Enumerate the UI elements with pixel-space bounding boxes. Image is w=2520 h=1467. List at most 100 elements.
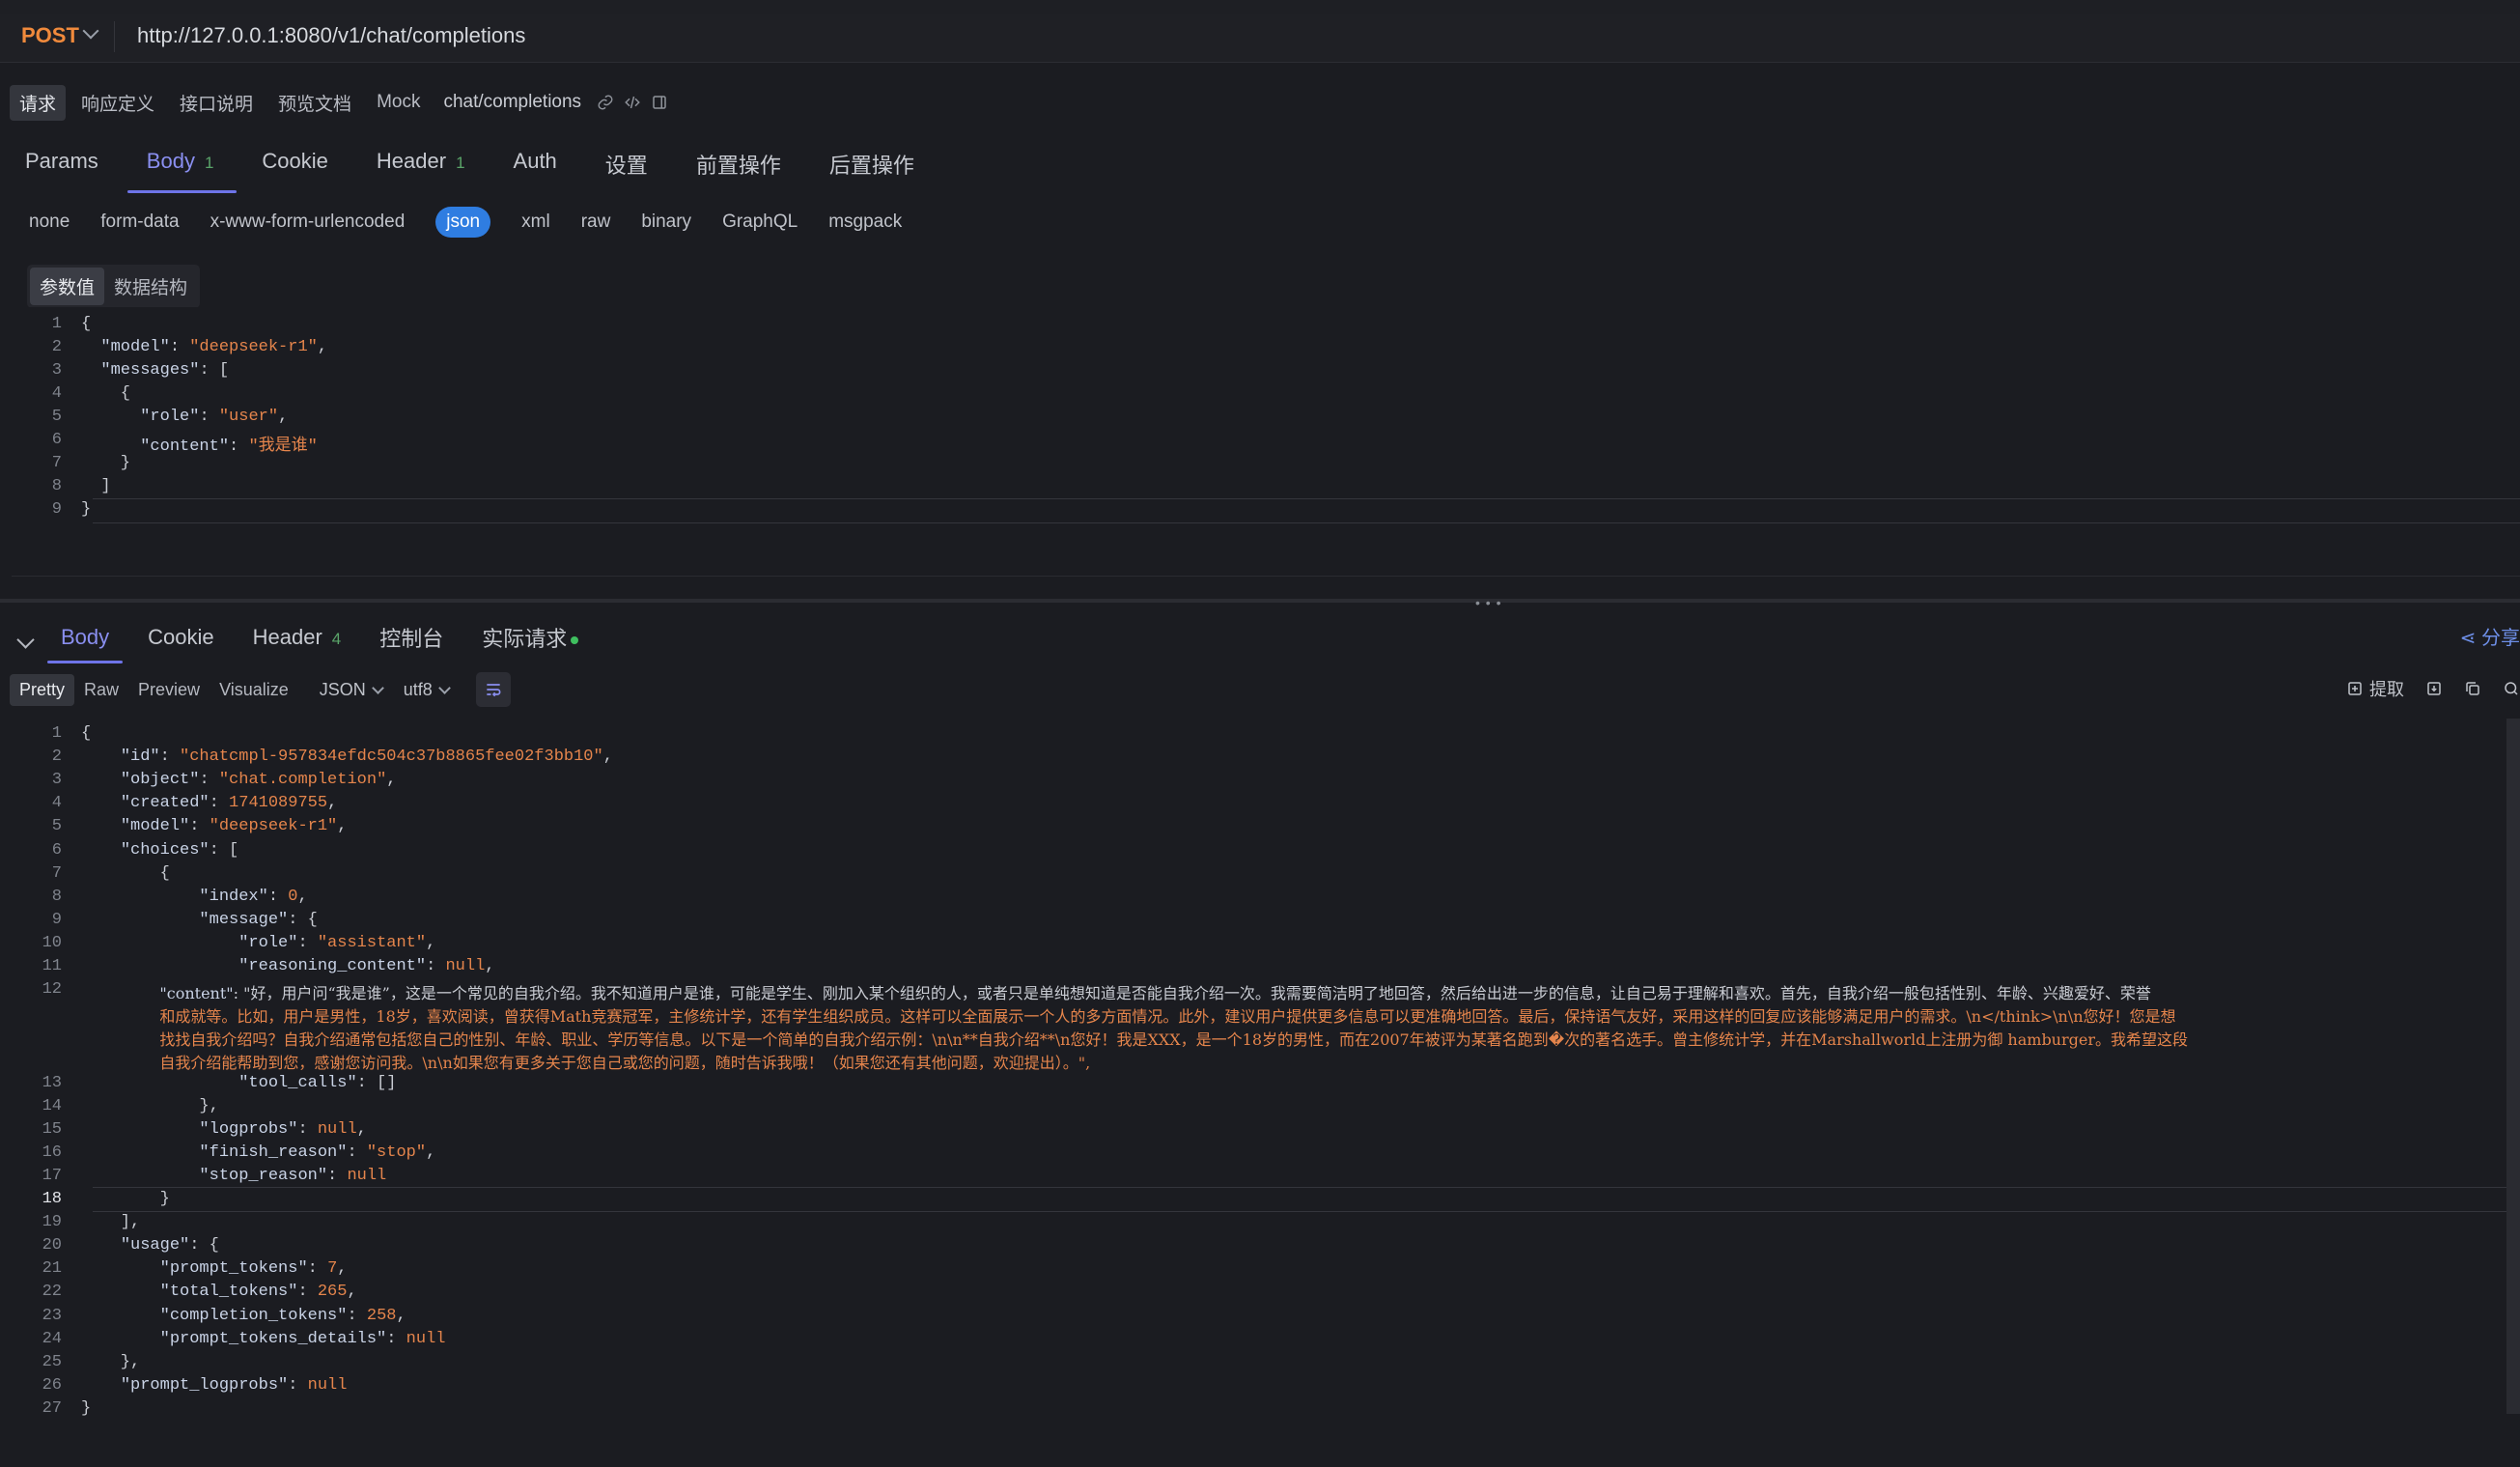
line-number: 3	[51, 361, 62, 380]
tab-label: Cookie	[148, 625, 214, 649]
http-method-select[interactable]: POST	[21, 23, 79, 48]
tab-header[interactable]: Header 1	[377, 145, 465, 193]
endpoint-path: chat/completions	[443, 92, 582, 112]
mode-schema[interactable]: 数据结构	[104, 268, 197, 305]
line-number: 3	[51, 771, 62, 790]
count-badge: 1	[204, 154, 214, 172]
code-line: 自我介绍能帮助到您，感谢您访问我。\n\n如果您有更多关于您自己或您的问题，随时…	[81, 1054, 1091, 1073]
tab-pre-operations[interactable]: 前置操作	[696, 145, 781, 193]
code-line: "content": "我是谁"	[140, 437, 318, 456]
tab-label: 前置操作	[695, 154, 781, 178]
content-type-select[interactable]: JSON	[320, 680, 384, 700]
body-type-urlencoded[interactable]: x-www-form-urlencoded	[210, 212, 406, 233]
subtab-response-definition[interactable]: 响应定义	[71, 85, 164, 121]
format-pretty[interactable]: Pretty	[10, 673, 75, 706]
resp-tab-actual-request[interactable]: 实际请求	[482, 618, 579, 666]
response-body-viewer[interactable]: 1 {2 "id": "chatcmpl-957834efdc504c37b886…	[12, 719, 2520, 1467]
vertical-scrollbar[interactable]	[2506, 719, 2520, 1414]
subtab-preview-docs[interactable]: 预览文档	[268, 85, 361, 121]
body-type-msgpack[interactable]: msgpack	[828, 212, 902, 233]
line-number: 11	[42, 957, 62, 975]
line-number: 17	[42, 1166, 62, 1185]
mode-values[interactable]: 参数值	[30, 268, 105, 305]
tab-settings[interactable]: 设置	[605, 145, 648, 193]
code-line: "prompt_tokens_details": null	[159, 1329, 446, 1348]
response-actions: 提取	[2346, 676, 2520, 701]
code-line: "stop_reason": null	[199, 1166, 387, 1185]
tab-cookie[interactable]: Cookie	[262, 145, 327, 193]
code-line: "role": "user",	[140, 408, 289, 426]
url-input[interactable]: http://127.0.0.1:8080/v1/chat/completion…	[137, 23, 525, 48]
code-line: "logprobs": null,	[199, 1119, 367, 1139]
share-button[interactable]: ⋖ 分享	[2460, 622, 2520, 650]
code-line: "id": "chatcmpl-957834efdc504c37b8865fee…	[120, 748, 613, 767]
code-line: "message": {	[199, 910, 318, 929]
copy-button[interactable]	[2464, 680, 2481, 697]
tab-label: Header	[252, 625, 322, 649]
line-number: 21	[42, 1259, 62, 1279]
code-line: },	[81, 1352, 141, 1371]
pane-divider[interactable]	[0, 599, 2520, 603]
extract-button[interactable]: 提取	[2346, 676, 2404, 701]
resp-tab-cookie[interactable]: Cookie	[148, 621, 213, 663]
body-type-selector: none form-data x-www-form-urlencoded jso…	[29, 207, 902, 238]
body-type-none[interactable]: none	[29, 212, 70, 233]
wrap-icon	[487, 684, 501, 697]
download-button[interactable]	[2425, 680, 2443, 697]
code-icon[interactable]	[622, 92, 643, 113]
subtab-request[interactable]: 请求	[10, 84, 67, 121]
tab-post-operations[interactable]: 后置操作	[829, 145, 914, 193]
code-line: ],	[81, 1213, 141, 1232]
current-line-highlight	[93, 498, 2520, 523]
tab-auth[interactable]: Auth	[514, 145, 557, 193]
code-line: "reasoning_content": null,	[238, 957, 495, 975]
body-type-xml[interactable]: xml	[521, 212, 550, 233]
line-number: 22	[42, 1283, 62, 1302]
tab-label: 后置操作	[828, 154, 914, 178]
tab-body[interactable]: Body 1	[126, 145, 237, 193]
tab-label: Params	[25, 149, 98, 173]
tab-label: 控制台	[379, 627, 444, 651]
line-number: 4	[51, 384, 62, 403]
resp-tab-body[interactable]: Body	[46, 621, 124, 663]
format-raw[interactable]: Raw	[74, 674, 128, 706]
format-preview[interactable]: Preview	[128, 674, 210, 706]
encoding-select[interactable]: utf8	[404, 680, 451, 700]
code-line: "created": 1741089755,	[120, 794, 338, 813]
count-badge: 1	[456, 154, 465, 172]
code-line: 和成就等。比如，用户是男性，18岁，喜欢阅读，曾获得Math竞赛冠军，主修统计学…	[81, 1007, 2176, 1027]
body-type-graphql[interactable]: GraphQL	[722, 212, 798, 233]
line-number: 5	[51, 408, 62, 426]
code-line: 找找自我介绍吗？自我介绍通常包括您自己的性别、年龄、职业、学历等信息。以下是一个…	[81, 1030, 2188, 1050]
chevron-down-icon	[371, 681, 384, 694]
line-number: 1	[51, 315, 62, 333]
resize-handle-icon[interactable]: • • •	[1475, 595, 1501, 610]
code-line: "completion_tokens": 258,	[159, 1306, 406, 1325]
code-line: {	[81, 724, 92, 743]
tab-params[interactable]: Params	[25, 145, 98, 193]
word-wrap-button[interactable]	[475, 672, 511, 707]
body-type-raw[interactable]: raw	[581, 212, 611, 233]
code-line: "model": "deepseek-r1",	[120, 817, 348, 836]
code-line: "prompt_logprobs": null	[120, 1375, 348, 1395]
subtab-mock[interactable]: Mock	[367, 87, 430, 118]
line-number: 6	[51, 840, 62, 860]
code-line: "messages": [	[100, 361, 230, 380]
divider	[114, 21, 115, 52]
code-line: },	[81, 1096, 219, 1115]
link-icon[interactable]	[595, 92, 616, 113]
collapse-chevron-icon[interactable]	[16, 630, 35, 649]
resp-tab-header[interactable]: Header 4	[253, 621, 342, 663]
panel-icon[interactable]	[649, 92, 670, 113]
resp-tab-console[interactable]: 控制台	[379, 618, 443, 666]
body-type-form-data[interactable]: form-data	[100, 212, 179, 233]
code-line: }	[81, 454, 131, 472]
body-type-binary[interactable]: binary	[641, 212, 691, 233]
line-number: 1	[51, 724, 62, 743]
request-body-editor[interactable]: 1 {2 "model": "deepseek-r1", 3 "messages":…	[12, 307, 2520, 577]
format-visualize[interactable]: Visualize	[210, 674, 298, 706]
subtab-api-description[interactable]: 接口说明	[170, 85, 263, 121]
body-type-json[interactable]: json	[435, 207, 491, 238]
search-button[interactable]	[2503, 680, 2520, 697]
code-line: "role": "assistant",	[238, 933, 436, 952]
